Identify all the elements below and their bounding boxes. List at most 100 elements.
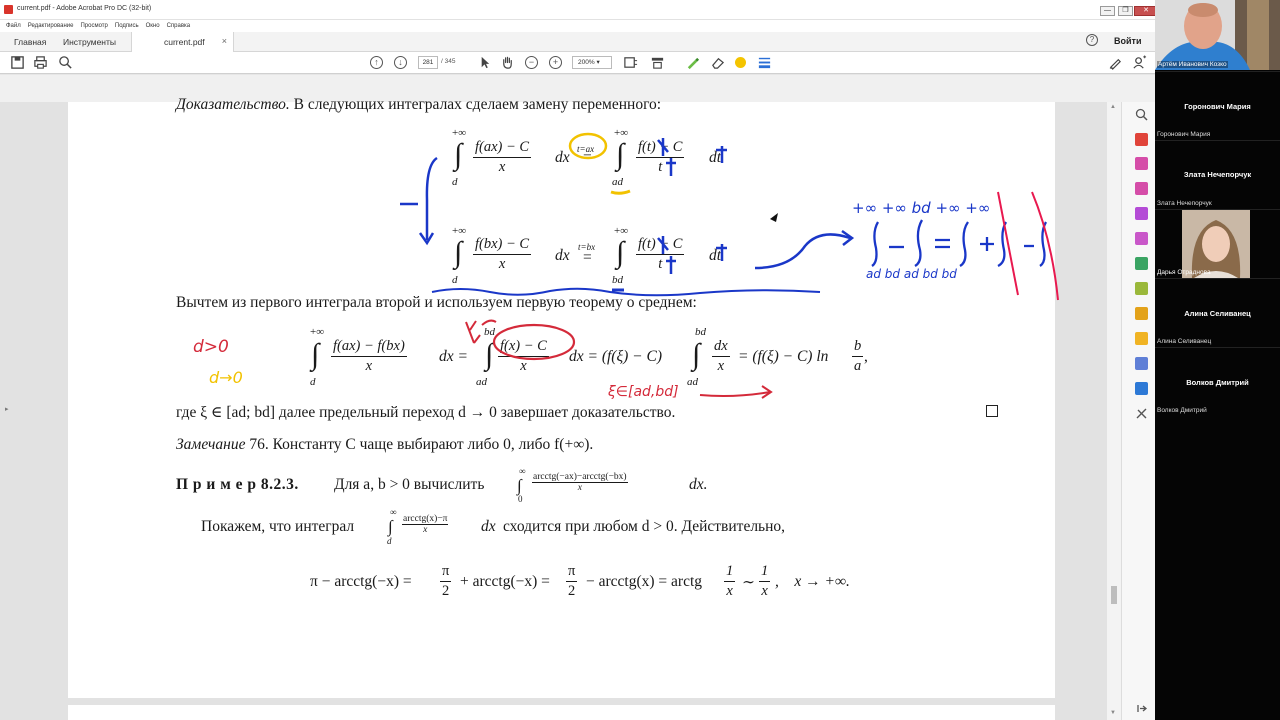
eq4-part-2: + arcctg(−x) =: [460, 573, 550, 590]
scroll-mode-icon[interactable]: [650, 55, 665, 70]
more-tools-icon[interactable]: [1135, 407, 1148, 420]
stamp-icon[interactable]: [1135, 357, 1148, 370]
page-up-icon[interactable]: ↑: [370, 56, 383, 69]
show-den: x: [423, 525, 428, 535]
pdf-page: [68, 102, 1055, 698]
eq1-integral-sign: ∫: [454, 138, 463, 171]
security-shield-icon[interactable]: [1135, 382, 1148, 395]
left-panel-toggle-icon[interactable]: ▸: [5, 405, 9, 413]
eq1-lower-limit-2: ad: [612, 176, 623, 188]
zoom-out-icon[interactable]: −: [525, 56, 538, 69]
tab-home[interactable]: Главная: [14, 37, 46, 47]
participant-name-4: Алина Селиванец: [1157, 338, 1212, 345]
select-cursor-icon[interactable]: [477, 55, 492, 70]
eq3-log-term: = (f(ξ) − C) ln: [738, 348, 829, 365]
eq3-mean-value: dx = (f(ξ) − C): [569, 348, 662, 365]
eq2-lower-limit: d: [452, 274, 458, 286]
tab-tools[interactable]: Инструменты: [63, 37, 116, 47]
compress-icon[interactable]: [1135, 282, 1148, 295]
eq3-den-3: x: [717, 358, 725, 374]
eq3-lower-limit-3: ad: [687, 376, 698, 388]
menu-bar: Файл Редактирование Просмотр Подпись Окн…: [0, 20, 1155, 32]
organize-pages-icon[interactable]: [1135, 182, 1148, 195]
eq4-part-5: , x → +∞.: [775, 573, 850, 590]
eq3-num: f(ax) − f(bx): [331, 338, 407, 357]
eq3-num-2: f(x) − C: [498, 338, 549, 357]
menu-window[interactable]: Окно: [146, 23, 160, 29]
eq4-f3-den: x: [726, 583, 733, 599]
page-fit-icon[interactable]: [623, 55, 638, 70]
eq4-f1-num: π: [440, 563, 452, 582]
signin-button[interactable]: Войти: [1114, 36, 1141, 46]
show-text-1: Покажем, что интеграл: [201, 518, 355, 535]
eq2-fraction: f(bx) − Cx: [473, 236, 532, 273]
participant-tile-3[interactable]: Дарья Отраднова: [1155, 210, 1280, 278]
remark-line: Замечание 76. Константу C чаще выбирают …: [176, 436, 593, 454]
eq2-lower-limit-2: bd: [612, 274, 623, 286]
collapse-panel-icon[interactable]: [1135, 702, 1148, 715]
eq4-f2-num: π: [566, 563, 578, 582]
menu-edit[interactable]: Редактирование: [28, 23, 74, 29]
comment-icon[interactable]: [1135, 332, 1148, 345]
page-number-input[interactable]: 281: [418, 56, 438, 69]
eraser-icon[interactable]: [710, 55, 725, 70]
export-pdf-icon[interactable]: [1135, 232, 1148, 245]
minimize-button[interactable]: —: [1100, 6, 1115, 16]
zoom-select[interactable]: 200% ▾: [572, 56, 612, 69]
combine-files-icon[interactable]: [1135, 157, 1148, 170]
eq3-integral-sign: ∫: [311, 338, 320, 371]
eq3-den-2: x: [520, 358, 527, 374]
page-down-icon[interactable]: ↓: [394, 56, 407, 69]
eq4-fraction-3: 1x: [724, 563, 736, 600]
zoom-value: 200%: [578, 59, 595, 66]
scroll-up-icon[interactable]: ▲: [1110, 104, 1116, 110]
eq3-fraction-4: ba: [852, 338, 864, 375]
participant-tile-2[interactable]: Злата Нечепорчук Злата Нечепорчук: [1155, 141, 1280, 209]
participant-tile-4[interactable]: Алина Селиванец Алина Селиванец: [1155, 279, 1280, 347]
menu-view[interactable]: Просмотр: [80, 23, 107, 29]
participant-name-1: Горонович Мария: [1157, 131, 1211, 138]
zoom-tool-icon[interactable]: [1135, 108, 1148, 121]
scroll-thumb[interactable]: [1111, 586, 1117, 604]
teacher-video-feed: [1155, 0, 1280, 70]
share-icon[interactable]: [1132, 55, 1147, 70]
eq1-integral-sign-2: ∫: [616, 138, 625, 171]
color-picker-icon[interactable]: [735, 57, 746, 68]
create-pdf-icon[interactable]: [1135, 133, 1148, 146]
protect-icon[interactable]: [1135, 307, 1148, 320]
qed-box-icon: [986, 405, 998, 417]
menu-sign[interactable]: Подпись: [115, 23, 139, 29]
fill-sign-icon[interactable]: [1135, 257, 1148, 270]
help-icon[interactable]: ?: [1086, 34, 1098, 46]
print-icon[interactable]: [33, 55, 48, 70]
participant-tile-5[interactable]: Волков Дмитрий Волков Дмитрий: [1155, 348, 1280, 416]
tab-close-icon[interactable]: ×: [222, 36, 227, 46]
edit-pdf-icon[interactable]: [1135, 207, 1148, 220]
participant-tile-1[interactable]: Горонович Мария Горонович Мария: [1155, 72, 1280, 140]
vertical-scrollbar[interactable]: ▲ ▼: [1107, 102, 1121, 720]
scroll-down-icon[interactable]: ▼: [1110, 710, 1116, 716]
eq1-fraction: f(ax) − Cx: [473, 139, 532, 176]
menu-help[interactable]: Справка: [167, 23, 191, 29]
participant-tile-teacher[interactable]: Артём Иванович Козко: [1155, 0, 1280, 70]
right-tools-panel: [1121, 102, 1155, 720]
close-window-button[interactable]: ✕: [1134, 6, 1155, 16]
eq3-dx: dx =: [439, 348, 468, 365]
eq2-num-2: f(t) − C: [636, 236, 685, 255]
restore-button[interactable]: ❐: [1118, 6, 1133, 16]
sign-icon[interactable]: [1108, 55, 1123, 70]
video-call-panel: Артём Иванович Козко Горонович Мария Гор…: [1155, 0, 1280, 720]
menu-file[interactable]: Файл: [6, 23, 21, 29]
line-weight-icon[interactable]: [757, 55, 772, 70]
search-icon[interactable]: [58, 55, 73, 70]
hand-tool-icon[interactable]: [500, 55, 515, 70]
highlight-pen-icon[interactable]: [685, 55, 700, 70]
tab-document[interactable]: current.pdf ×: [131, 32, 234, 52]
eq3-integral-sign-2: ∫: [485, 338, 494, 371]
proof-line: Доказательство. В следующих интегралах с…: [176, 96, 661, 114]
eq3-den-4: a: [854, 358, 862, 374]
save-icon[interactable]: [10, 55, 25, 70]
eq2-integral-sign: ∫: [454, 236, 463, 269]
eq1-fraction-2: f(t) − Ct: [636, 139, 685, 176]
zoom-in-icon[interactable]: +: [549, 56, 562, 69]
